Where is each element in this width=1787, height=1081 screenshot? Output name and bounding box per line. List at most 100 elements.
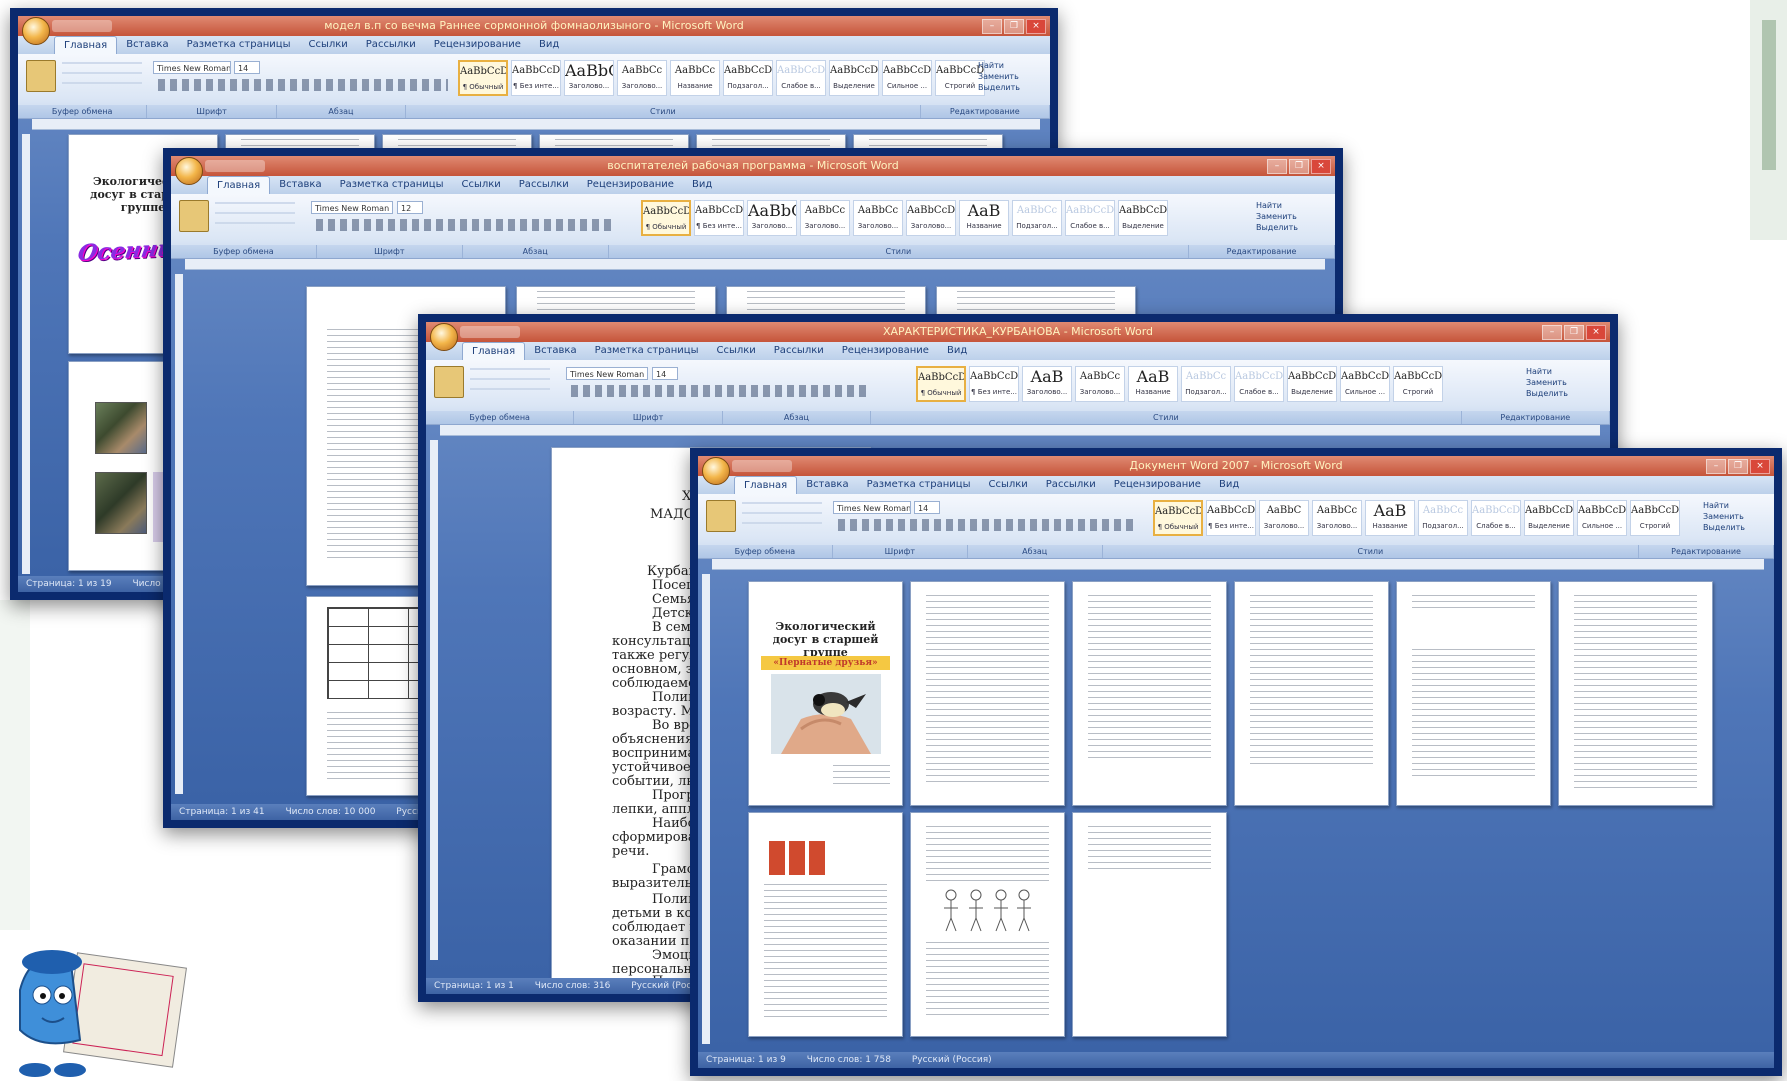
font-name-box[interactable]: Times New Roman — [833, 501, 911, 514]
replace-label[interactable]: Заменить — [978, 71, 1032, 82]
style-normal[interactable]: AaBbCcDı ¶ Обычный — [916, 366, 966, 402]
editing-tools[interactable]: Найти Заменить Выделить — [1526, 366, 1580, 402]
tab-view[interactable]: Вид — [530, 36, 568, 54]
style-heading-3[interactable]: AaBbCc Заголово... — [853, 200, 903, 236]
office-button-icon[interactable] — [175, 157, 203, 185]
paste-icon[interactable] — [706, 500, 736, 532]
font-size-box[interactable]: 14 — [914, 501, 940, 514]
style-strong[interactable]: AaBbCcDı Строгий — [1393, 366, 1443, 402]
select-label[interactable]: Выделить — [1256, 222, 1310, 233]
document-page[interactable] — [516, 286, 716, 316]
maximize-icon[interactable]: ❐ — [1728, 459, 1748, 474]
tab-references[interactable]: Ссылки — [299, 36, 356, 54]
find-label[interactable]: Найти — [1256, 200, 1310, 211]
tab-review[interactable]: Рецензирование — [1105, 476, 1210, 494]
document-page[interactable] — [1558, 581, 1713, 806]
format-buttons[interactable] — [158, 79, 448, 91]
document-page[interactable]: Экологический досуг в старшей группе «Пе… — [748, 581, 903, 806]
office-button-icon[interactable] — [22, 17, 50, 45]
style-heading-2[interactable]: AaBbCc Заголово... — [1312, 500, 1362, 536]
replace-label[interactable]: Заменить — [1703, 511, 1757, 522]
tab-view[interactable]: Вид — [683, 176, 721, 194]
vertical-ruler[interactable] — [22, 134, 30, 574]
tab-home[interactable]: Главная — [734, 476, 798, 494]
format-buttons[interactable] — [838, 519, 1138, 531]
vertical-ruler[interactable] — [702, 574, 710, 1044]
minimize-icon[interactable]: – — [1542, 325, 1562, 340]
style-subtle[interactable]: AaBbCcDı Слабое в... — [776, 60, 826, 96]
select-label[interactable]: Выделить — [1703, 522, 1757, 533]
quick-access-toolbar[interactable] — [205, 160, 265, 172]
paste-icon[interactable] — [26, 60, 56, 92]
font-size-box[interactable]: 12 — [397, 201, 423, 214]
format-buttons[interactable] — [571, 385, 871, 397]
find-label[interactable]: Найти — [978, 60, 1032, 71]
minimize-icon[interactable]: – — [1267, 159, 1287, 174]
style-heading-1[interactable]: AaBbCЗаголово... — [564, 60, 614, 96]
style-no-spacing[interactable]: AaBbCcDı ¶ Без инте... — [1206, 500, 1256, 536]
office-button-icon[interactable] — [702, 457, 730, 485]
find-label[interactable]: Найти — [1703, 500, 1757, 511]
document-page[interactable] — [726, 286, 926, 316]
style-intense[interactable]: AaBbCcDı Сильное ... — [1577, 500, 1627, 536]
select-label[interactable]: Выделить — [978, 82, 1032, 93]
quick-access-toolbar[interactable] — [52, 20, 112, 32]
tab-view[interactable]: Вид — [1210, 476, 1248, 494]
style-subtitle[interactable]: AaBbCc Подзагол... — [1418, 500, 1468, 536]
tab-insert[interactable]: Вставка — [117, 36, 177, 54]
close-icon[interactable]: × — [1311, 159, 1331, 174]
tab-home[interactable]: Главная — [54, 36, 118, 54]
tab-view[interactable]: Вид — [938, 342, 976, 360]
font-size-box[interactable]: 14 — [234, 61, 260, 74]
replace-label[interactable]: Заменить — [1256, 211, 1310, 222]
tab-page-layout[interactable]: Разметка страницы — [178, 36, 300, 54]
style-strong[interactable]: AaBbCcDı Строгий — [1630, 500, 1680, 536]
office-button-icon[interactable] — [430, 323, 458, 351]
format-buttons[interactable] — [316, 219, 616, 231]
paste-icon[interactable] — [179, 200, 209, 232]
quick-access-toolbar[interactable] — [460, 326, 520, 338]
font-name-box[interactable]: Times New Roman — [153, 61, 231, 74]
editing-tools[interactable]: Найти Заменить Выделить — [1256, 200, 1310, 236]
style-normal[interactable]: AaBbCcDı ¶ Обычный — [458, 60, 508, 96]
document-page[interactable] — [910, 581, 1065, 806]
find-label[interactable]: Найти — [1526, 366, 1580, 377]
select-label[interactable]: Выделить — [1526, 388, 1580, 399]
tab-mailings[interactable]: Рассылки — [1037, 476, 1105, 494]
vertical-ruler[interactable] — [175, 274, 183, 794]
tab-insert[interactable]: Вставка — [270, 176, 330, 194]
document-page[interactable] — [1072, 581, 1227, 806]
tab-review[interactable]: Рецензирование — [425, 36, 530, 54]
font-name-box[interactable]: Times New Roman — [311, 201, 393, 214]
style-no-spacing[interactable]: AaBbCcDı ¶ Без инте... — [694, 200, 744, 236]
style-heading-1[interactable]: AaBbCЗаголово... — [747, 200, 797, 236]
horizontal-ruler[interactable] — [32, 119, 1040, 130]
style-subtitle[interactable]: AaBbCcDı Подзагол... — [723, 60, 773, 96]
tab-references[interactable]: Ссылки — [452, 176, 509, 194]
document-page[interactable] — [1396, 581, 1551, 806]
style-emphasis[interactable]: AaBbCcDı Выделение — [829, 60, 879, 96]
tab-insert[interactable]: Вставка — [797, 476, 857, 494]
style-heading-4[interactable]: AaBbCcDı Заголово... — [906, 200, 956, 236]
tab-page-layout[interactable]: Разметка страницы — [331, 176, 453, 194]
editing-tools[interactable]: Найти Заменить Выделить — [978, 60, 1032, 96]
style-heading-2[interactable]: AaBbCc Заголово... — [617, 60, 667, 96]
document-page[interactable] — [1234, 581, 1389, 806]
style-heading-2[interactable]: AaBbCc Заголово... — [1075, 366, 1125, 402]
document-page[interactable] — [936, 286, 1136, 316]
tab-page-layout[interactable]: Разметка страницы — [586, 342, 708, 360]
style-intense[interactable]: AaBbCcDı Сильное ... — [1340, 366, 1390, 402]
replace-label[interactable]: Заменить — [1526, 377, 1580, 388]
tab-home[interactable]: Главная — [207, 176, 271, 194]
minimize-icon[interactable]: – — [982, 19, 1002, 34]
font-size-box[interactable]: 14 — [652, 367, 678, 380]
document-page[interactable] — [748, 812, 903, 1037]
tab-references[interactable]: Ссылки — [707, 342, 764, 360]
style-emphasis[interactable]: AaBbCcDı Выделение — [1287, 366, 1337, 402]
maximize-icon[interactable]: ❐ — [1289, 159, 1309, 174]
tab-mailings[interactable]: Рассылки — [357, 36, 425, 54]
style-normal[interactable]: AaBbCcDı ¶ Обычный — [1153, 500, 1203, 536]
style-subtle[interactable]: AaBbCcDı Слабое в... — [1234, 366, 1284, 402]
clipboard-tools[interactable] — [470, 368, 550, 398]
word-window-4[interactable]: Документ Word 2007 - Microsoft Word – ❐ … — [690, 448, 1782, 1076]
